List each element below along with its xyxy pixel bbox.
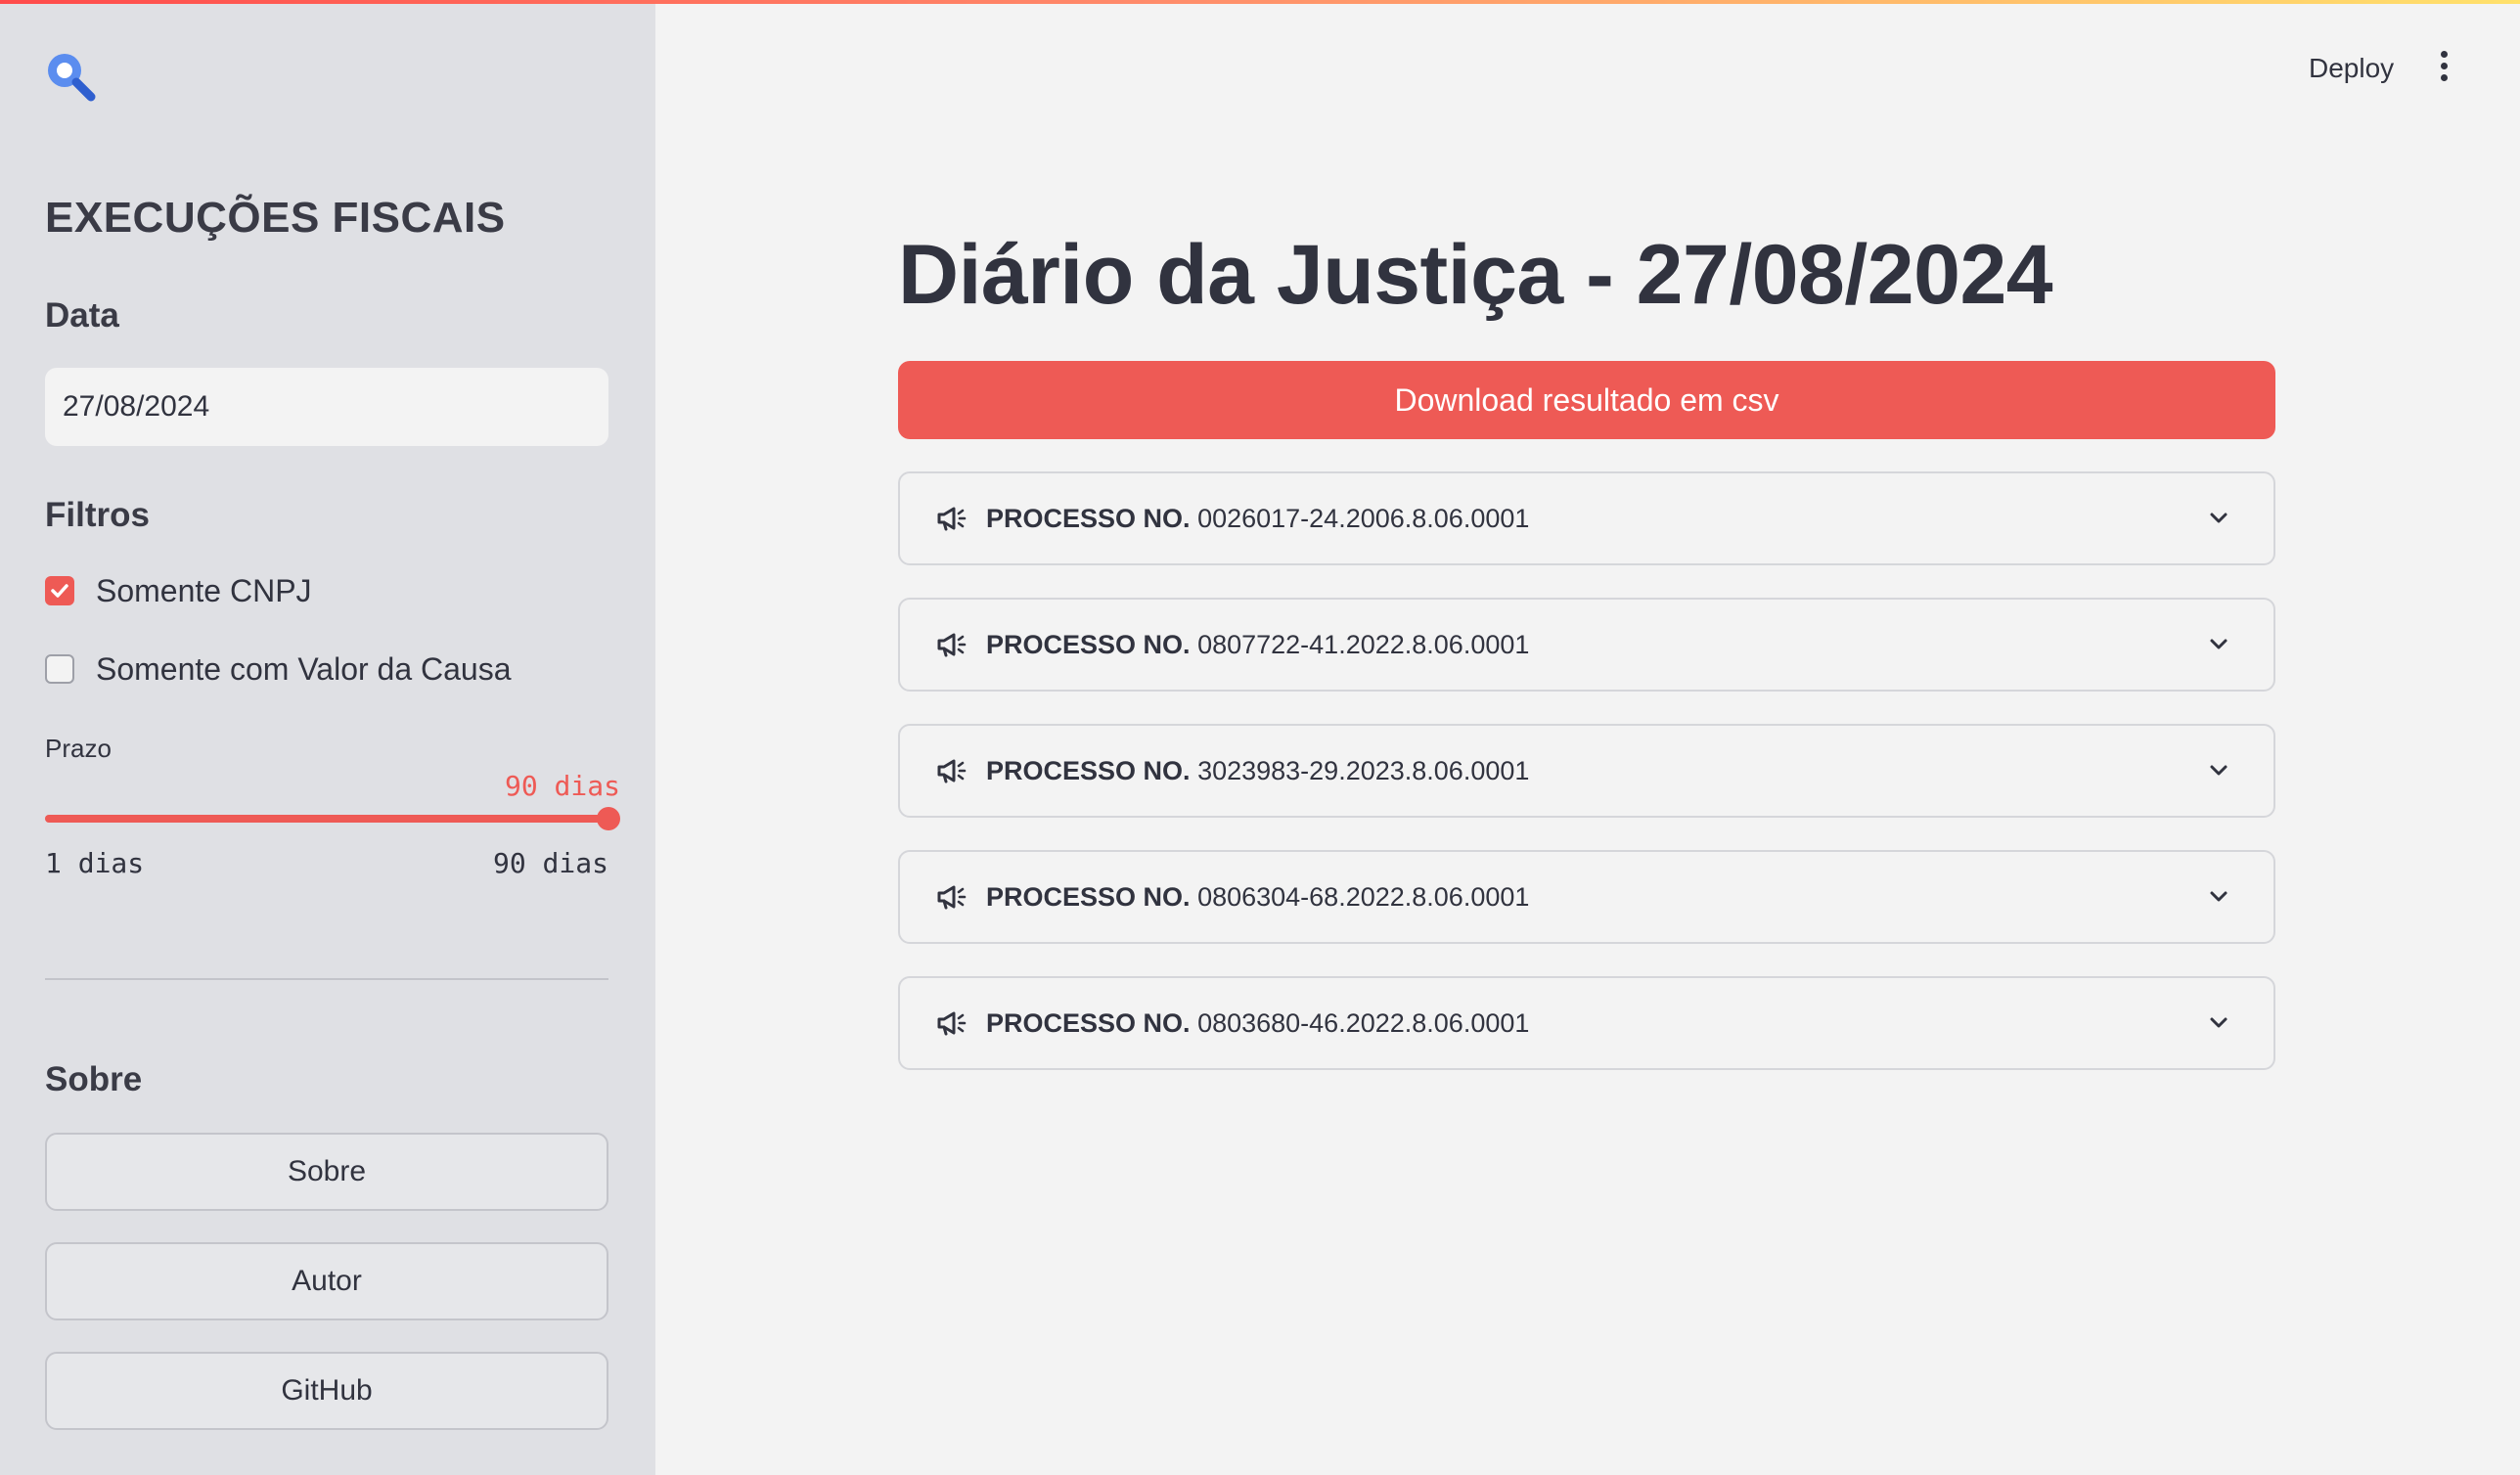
checkbox-somente-valor-causa[interactable]: Somente com Valor da Causa (45, 649, 512, 689)
date-input[interactable] (45, 368, 608, 446)
process-number: 3023983-29.2023.8.06.0001 (1197, 755, 1530, 785)
chevron-down-icon[interactable] (2205, 505, 2232, 532)
sobre-button[interactable]: Sobre (45, 1133, 608, 1211)
megaphone-icon (937, 507, 967, 531)
process-label: PROCESSO NO. 3023983-29.2023.8.06.0001 (986, 756, 1529, 786)
filters-section-heading: Filtros (45, 496, 150, 534)
search-logo-icon (48, 54, 96, 102)
slider-current-value: 90 dias (504, 770, 620, 802)
process-label: PROCESSO NO. 0806304-68.2022.8.06.0001 (986, 882, 1529, 913)
process-prefix: PROCESSO NO. (986, 629, 1191, 659)
process-number: 0806304-68.2022.8.06.0001 (1197, 881, 1530, 912)
sidebar-divider (45, 978, 608, 980)
deploy-button[interactable]: Deploy (2309, 53, 2394, 84)
process-number: 0807722-41.2022.8.06.0001 (1197, 629, 1530, 659)
slider-max-label: 90 dias (492, 847, 608, 879)
process-number: 0803680-46.2022.8.06.0001 (1197, 1007, 1530, 1038)
checkbox-label: Somente com Valor da Causa (96, 650, 512, 687)
slider-thumb[interactable] (597, 807, 620, 830)
chevron-down-icon[interactable] (2205, 1009, 2232, 1037)
slider-fill (45, 815, 608, 823)
process-expander[interactable]: PROCESSO NO. 0806304-68.2022.8.06.0001 (898, 850, 2275, 944)
process-label: PROCESSO NO. 0803680-46.2022.8.06.0001 (986, 1008, 1529, 1039)
megaphone-icon (937, 759, 967, 783)
process-expander[interactable]: PROCESSO NO. 0807722-41.2022.8.06.0001 (898, 598, 2275, 692)
slider-min-label: 1 dias (45, 847, 145, 879)
prazo-slider[interactable] (45, 807, 620, 830)
process-prefix: PROCESSO NO. (986, 1007, 1191, 1038)
checkbox-checked-icon[interactable] (45, 576, 74, 605)
page-title: Diário da Justiça - 27/08/2024 (898, 228, 2053, 322)
top-decoration-bar (0, 0, 2520, 4)
megaphone-icon (937, 633, 967, 657)
process-expander[interactable]: PROCESSO NO. 0803680-46.2022.8.06.0001 (898, 976, 2275, 1070)
process-expander[interactable]: PROCESSO NO. 3023983-29.2023.8.06.0001 (898, 724, 2275, 818)
sidebar: EXECUÇÕES FISCAIS Data Filtros Somente C… (0, 0, 655, 1475)
checkbox-unchecked-icon[interactable] (45, 654, 74, 684)
process-expander[interactable]: PROCESSO NO. 0026017-24.2006.8.06.0001 (898, 471, 2275, 565)
sidebar-title: EXECUÇÕES FISCAIS (45, 194, 506, 242)
download-csv-button[interactable]: Download resultado em csv (898, 361, 2275, 439)
process-prefix: PROCESSO NO. (986, 503, 1191, 533)
process-prefix: PROCESSO NO. (986, 755, 1191, 785)
about-section-heading: Sobre (45, 1060, 143, 1098)
megaphone-icon (937, 885, 967, 910)
chevron-down-icon[interactable] (2205, 631, 2232, 658)
checkbox-somente-cnpj[interactable]: Somente CNPJ (45, 571, 312, 610)
more-vertical-icon[interactable] (2434, 51, 2453, 86)
process-label: PROCESSO NO. 0807722-41.2022.8.06.0001 (986, 630, 1529, 660)
chevron-down-icon[interactable] (2205, 757, 2232, 784)
autor-button[interactable]: Autor (45, 1242, 608, 1320)
process-number: 0026017-24.2006.8.06.0001 (1197, 503, 1530, 533)
slider-label: Prazo (45, 734, 112, 763)
github-button[interactable]: GitHub (45, 1352, 608, 1430)
megaphone-icon (937, 1011, 967, 1036)
chevron-down-icon[interactable] (2205, 883, 2232, 911)
process-label: PROCESSO NO. 0026017-24.2006.8.06.0001 (986, 504, 1529, 534)
process-prefix: PROCESSO NO. (986, 881, 1191, 912)
date-section-heading: Data (45, 296, 119, 335)
checkbox-label: Somente CNPJ (96, 572, 312, 608)
